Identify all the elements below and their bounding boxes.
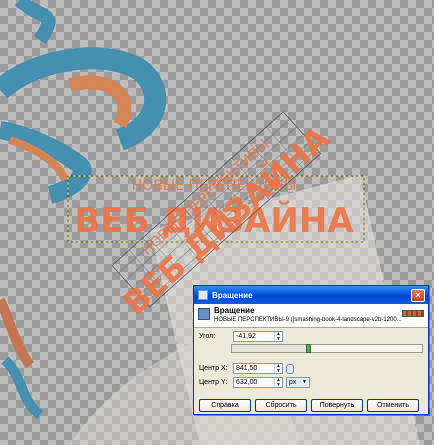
dialog-header: Вращение НОВЫЕ ПЕРСПЕКТИВЫ-9 ([smashing-…	[194, 304, 428, 328]
mascot-arm	[15, 0, 56, 44]
center-x-spin-arrows[interactable]: ▲ ▼	[274, 364, 282, 374]
reset-button[interactable]: Сбросить	[255, 399, 307, 412]
mascot-foot	[0, 297, 35, 368]
angle-slider-fill	[232, 345, 306, 352]
angle-label: Угол:	[199, 333, 216, 340]
center-y-spinbox[interactable]: 632,00 ▲ ▼	[233, 377, 283, 388]
units-value: px	[289, 379, 297, 386]
center-y-label: Центр Y:	[199, 379, 228, 386]
layer-preview-thumbnail	[402, 310, 424, 317]
app-icon	[198, 290, 208, 300]
chevron-down-icon: ▼	[302, 379, 307, 385]
dialog-window-title: Вращение	[212, 290, 253, 300]
angle-row: Угол: -41,92 ▲ ▼	[199, 331, 283, 342]
header-title: Вращение	[214, 306, 255, 315]
close-icon[interactable]: ×	[411, 288, 425, 302]
help-button[interactable]: Справка	[199, 399, 251, 412]
dialog-buttons: Справка Сбросить Повернуть Отменить	[199, 399, 419, 412]
center-x-row: Центр X: 841,50 ▲ ▼	[199, 363, 294, 374]
dialog-titlebar[interactable]: Вращение ×	[194, 286, 428, 304]
chain-link-icon[interactable]	[286, 363, 294, 374]
angle-spinbox[interactable]: -41,92 ▲ ▼	[233, 331, 283, 342]
angle-spin-arrows[interactable]: ▲ ▼	[274, 332, 282, 342]
center-x-spinbox[interactable]: 841,50 ▲ ▼	[233, 363, 283, 374]
center-x-value[interactable]: 841,50	[236, 365, 257, 372]
angle-value[interactable]: -41,92	[236, 333, 256, 340]
center-y-spin-arrows[interactable]: ▲ ▼	[274, 378, 282, 388]
cancel-button[interactable]: Отменить	[367, 399, 419, 412]
angle-slider[interactable]	[231, 344, 423, 353]
center-y-value[interactable]: 632,00	[236, 379, 257, 386]
center-y-row: Центр Y: 632,00 ▲ ▼ px ▼	[199, 377, 310, 388]
center-x-label: Центр X:	[199, 365, 228, 372]
header-subtitle: НОВЫЕ ПЕРСПЕКТИВЫ-9 ([smashing-book-4-la…	[214, 317, 402, 323]
mascot-leg	[1, 356, 44, 419]
rotate-button[interactable]: Повернуть	[311, 399, 363, 412]
mascot-loop-inner	[68, 75, 132, 129]
units-dropdown[interactable]: px ▼	[286, 377, 310, 388]
angle-slider-thumb[interactable]	[306, 344, 311, 353]
rotate-tool-icon	[198, 308, 210, 320]
rotate-dialog: Вращение × Вращение НОВЫЕ ПЕРСПЕКТИВЫ-9 …	[193, 285, 429, 415]
